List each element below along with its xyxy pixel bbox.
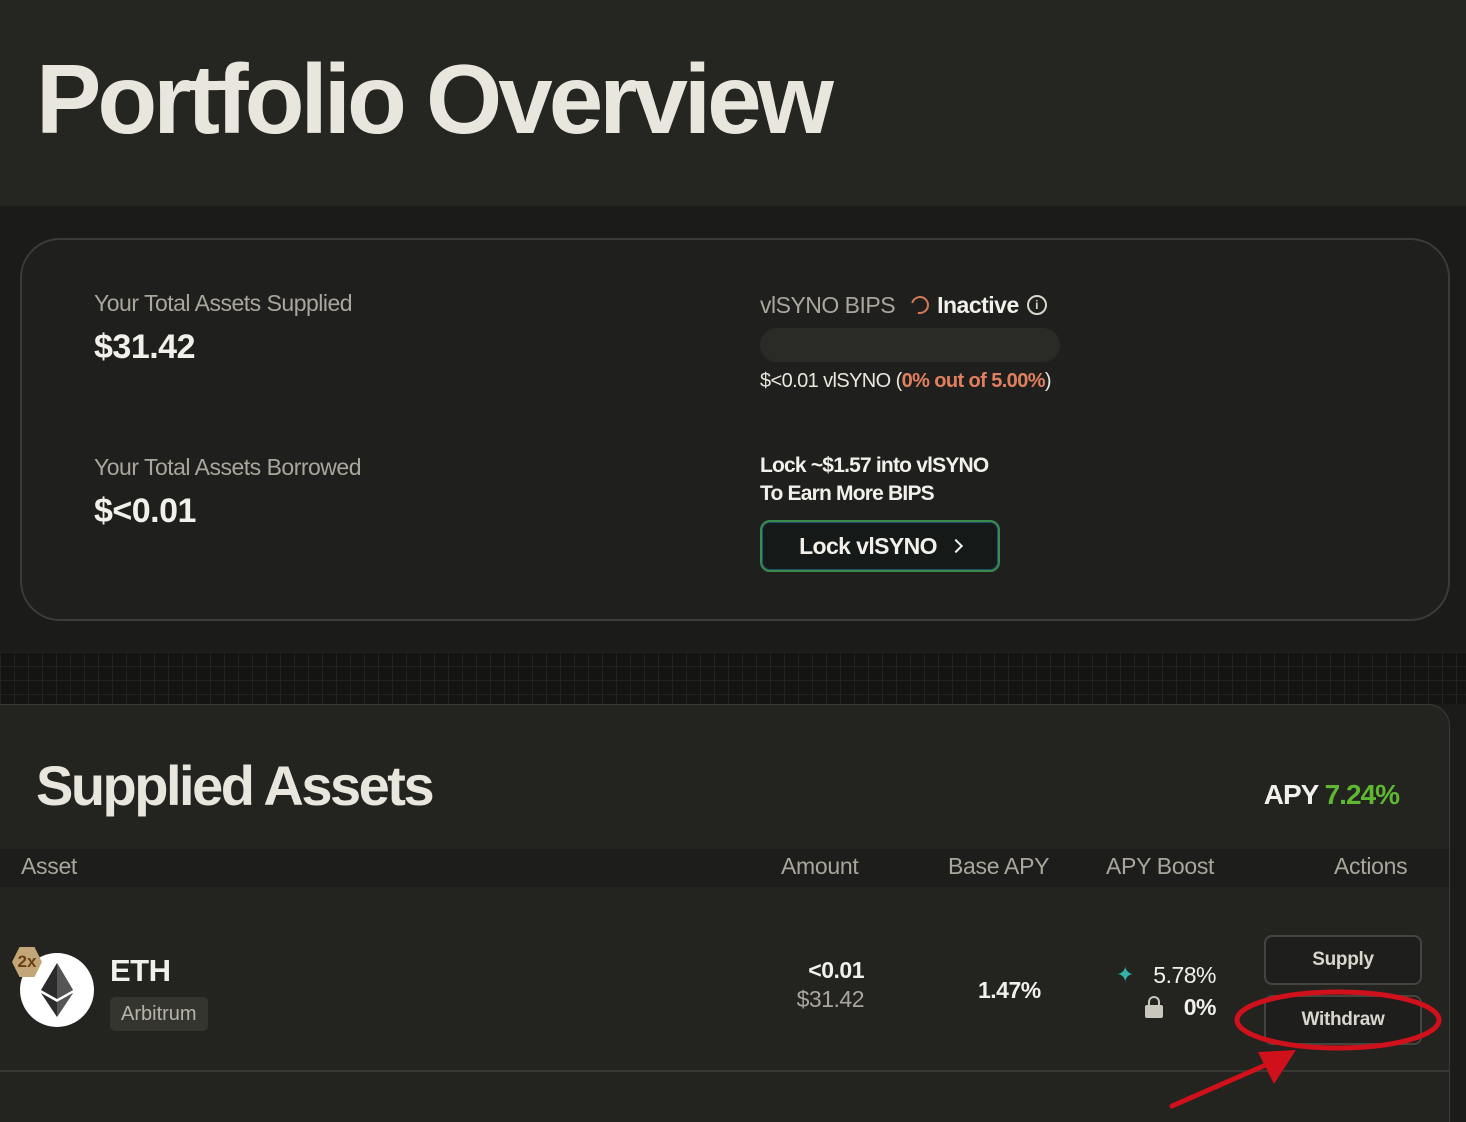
column-header-amount: Amount bbox=[781, 853, 859, 879]
lock-message-line2: To Earn More BIPS bbox=[760, 482, 935, 505]
sparkle-icon: ✦ bbox=[1116, 962, 1134, 987]
chain-tag: Arbitrum bbox=[110, 997, 208, 1031]
inactive-status-icon bbox=[907, 292, 933, 318]
total-supplied-label: Your Total Assets Supplied bbox=[94, 290, 353, 316]
column-header-actions: Actions bbox=[1334, 853, 1408, 879]
page-title: Portfolio Overview bbox=[36, 44, 834, 154]
total-borrowed-value: $<0.01 bbox=[94, 492, 196, 530]
amount-usd: $31.42 bbox=[796, 986, 865, 1012]
lock-message: Lock ~$1.57 into vlSYNO To Earn More BIP… bbox=[760, 452, 989, 508]
supply-button[interactable]: Supply bbox=[1264, 935, 1422, 985]
asset-name: ETH bbox=[110, 953, 171, 988]
visyno-amount: $<0.01 vlSYNO ( bbox=[760, 370, 902, 392]
total-apy: APY 7.24% bbox=[1263, 779, 1400, 811]
bips-progress-bar bbox=[760, 328, 1060, 362]
grid-background-divider bbox=[0, 652, 1466, 704]
lock-icon bbox=[1144, 996, 1164, 1018]
portfolio-summary-card: Your Total Assets Supplied $31.42 Your T… bbox=[20, 238, 1450, 621]
table-row: 2x ETH Arbitrum <0.01 $31.42 1.47% ✦ 5.7… bbox=[0, 887, 1449, 1072]
column-header-base-apy: Base APY bbox=[948, 853, 1050, 879]
visyno-close-paren: ) bbox=[1044, 370, 1052, 392]
total-borrowed-label: Your Total Assets Borrowed bbox=[94, 454, 362, 480]
apy-value: 7.24% bbox=[1324, 779, 1400, 810]
amount-token: <0.01 bbox=[808, 957, 864, 983]
bips-label: vlSYNO BIPS bbox=[760, 291, 896, 318]
section-title: Supplied Assets bbox=[36, 754, 435, 817]
chevron-right-icon bbox=[948, 538, 963, 554]
total-supplied-value: $31.42 bbox=[94, 328, 196, 366]
apy-boost-cell: ✦ 5.78% 0% bbox=[1116, 959, 1217, 1023]
boost-apy-value: 5.78% bbox=[1153, 961, 1216, 988]
bips-status-row: vlSYNO BIPS Inactive i bbox=[760, 290, 1047, 320]
lock-visyno-button[interactable]: Lock vlSYNO bbox=[760, 520, 1000, 572]
lock-message-line1: Lock ~$1.57 into vlSYNO bbox=[760, 454, 989, 477]
column-header-apy-boost: APY Boost bbox=[1106, 853, 1215, 879]
withdraw-button[interactable]: Withdraw bbox=[1264, 995, 1422, 1045]
locked-apy-value: 0% bbox=[1183, 993, 1217, 1020]
base-apy-value: 1.47% bbox=[978, 977, 1041, 1003]
supplied-assets-panel: Supplied Assets APY 7.24% Asset Amount B… bbox=[0, 704, 1450, 1122]
visyno-progress-line: $<0.01 vlSYNO (0% out of 5.00%) bbox=[760, 370, 1052, 393]
bips-status-text: Inactive bbox=[937, 291, 1019, 318]
info-icon[interactable]: i bbox=[1026, 295, 1047, 315]
amount-cell: <0.01 $31.42 bbox=[796, 957, 865, 1013]
header-band: Portfolio Overview bbox=[0, 0, 1466, 206]
column-header-asset: Asset bbox=[21, 853, 78, 879]
apy-label: APY bbox=[1263, 779, 1319, 810]
lock-button-label: Lock vlSYNO bbox=[799, 532, 937, 559]
visyno-progress-text: 0% out of 5.00% bbox=[901, 370, 1046, 392]
table-header: Asset Amount Base APY APY Boost Actions bbox=[0, 849, 1449, 887]
